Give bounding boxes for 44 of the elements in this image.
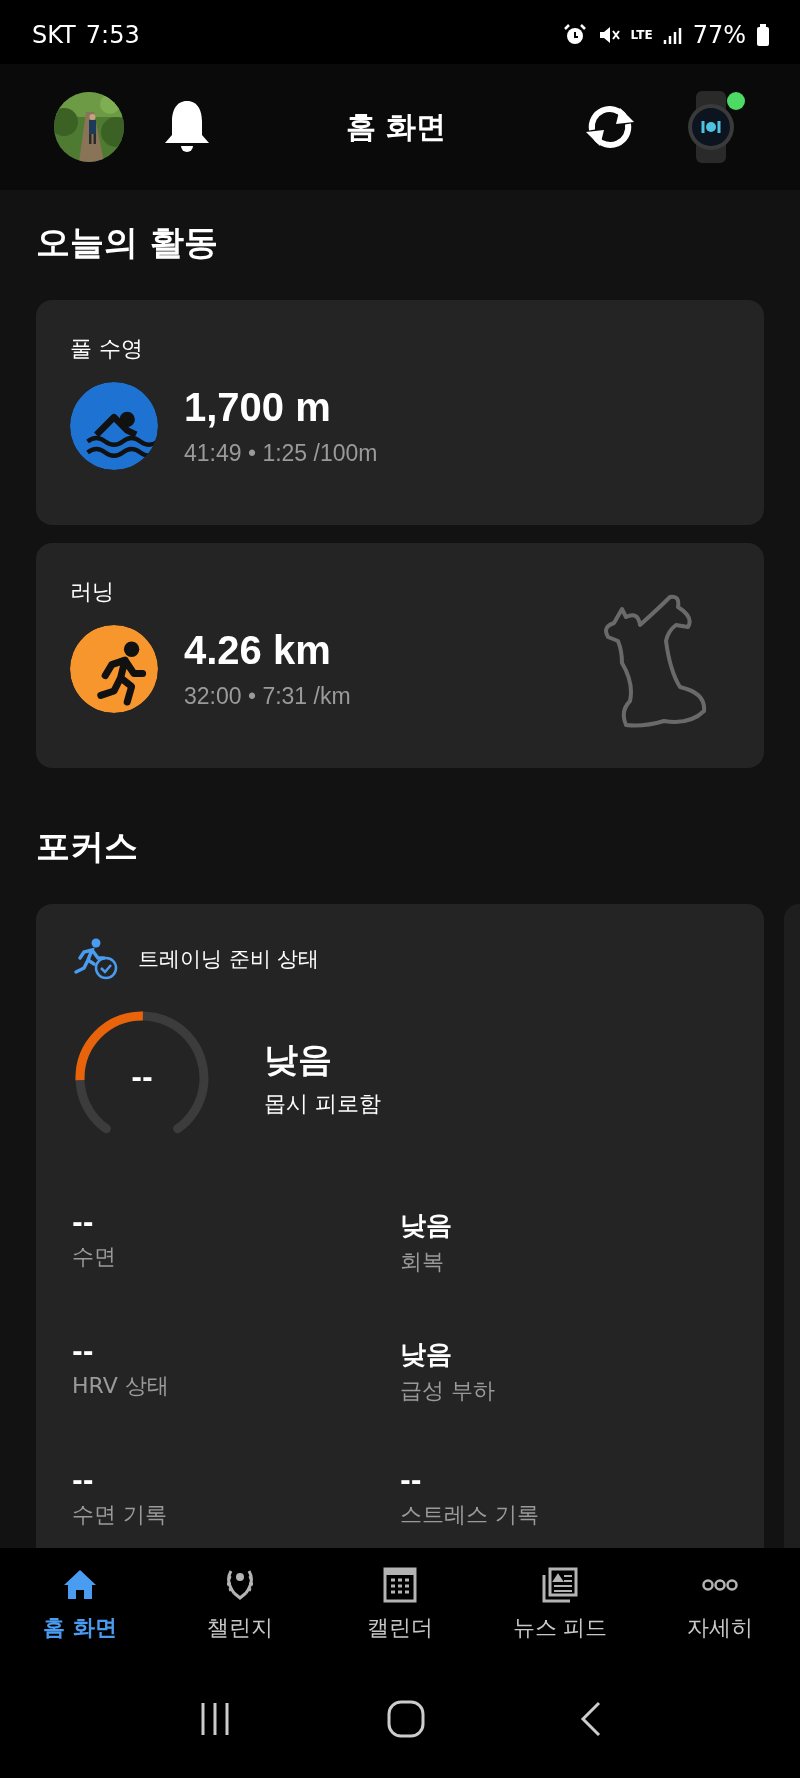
metric-value: -- (72, 1208, 95, 1238)
readiness-level: 낮음 (264, 1038, 333, 1081)
metric-label: 회복 (400, 1248, 445, 1276)
metric-label: 급성 부하 (400, 1377, 496, 1405)
metric-value: 낮음 (400, 1209, 453, 1242)
activity-distance: 4.26 km (184, 628, 332, 673)
nav-tab[interactable]: 캘린더 (320, 1548, 480, 1660)
activity-card[interactable]: 풀 수영 1,700 m 41:49 • 1:25 /100m (36, 300, 764, 525)
activity-name: 풀 수영 (70, 335, 144, 363)
metric-label: 수면 (72, 1243, 117, 1271)
metric-label: 수면 기록 (72, 1501, 168, 1529)
activity-distance: 1,700 m (184, 385, 332, 430)
activity-card[interactable]: 러닝 4.26 km 32:00 • 7:31 /km (36, 543, 764, 768)
alarm-icon (562, 23, 587, 47)
battery-icon (756, 23, 770, 47)
section-title: 오늘의 활동 (36, 221, 219, 264)
nav-tab[interactable]: 자세히 (640, 1548, 800, 1660)
metric-label: 스트레스 기록 (400, 1501, 540, 1529)
activity-details: 32:00 • 7:31 /km (184, 683, 351, 710)
screen-title: 홈 화면 (344, 107, 448, 146)
training-readiness-card[interactable]: 트레이닝 준비 상태 -- 낮음 몹시 피로함 -- 수면 낮음 회복 -- HRV 상태 낮음 급성 부하 -- 수면 기록 -- 스트레스 기록 (36, 904, 764, 1548)
nav-tab[interactable]: 챌린지 (160, 1548, 320, 1660)
metric-label: HRV 상태 (72, 1372, 170, 1400)
notifications-button[interactable] (162, 99, 212, 155)
metric-value: -- (72, 1337, 95, 1367)
activity-name: 러닝 (70, 578, 115, 606)
home-button-icon[interactable] (386, 1699, 426, 1739)
nav-tab[interactable]: 홈 화면 (0, 1548, 160, 1660)
section-title: 포커스 (36, 825, 139, 868)
nav-tab[interactable]: 뉴스 피드 (480, 1548, 640, 1660)
carrier: SKT (32, 21, 76, 49)
readiness-score: -- (130, 1063, 154, 1093)
activity-details: 41:49 • 1:25 /100m (184, 440, 378, 467)
bell-icon (162, 99, 212, 155)
network-type: LTE (630, 29, 653, 41)
runner-check-icon (72, 938, 120, 980)
metric-value: -- (400, 1466, 423, 1496)
metric-value: -- (72, 1466, 95, 1496)
card-title: 트레이닝 준비 상태 (138, 946, 320, 973)
readiness-description: 몹시 피로함 (264, 1090, 381, 1118)
clock: 7:53 (85, 21, 140, 49)
metric-value: 낮음 (400, 1338, 453, 1371)
battery-level: 77% (692, 21, 746, 49)
newspaper-icon (540, 1565, 580, 1605)
